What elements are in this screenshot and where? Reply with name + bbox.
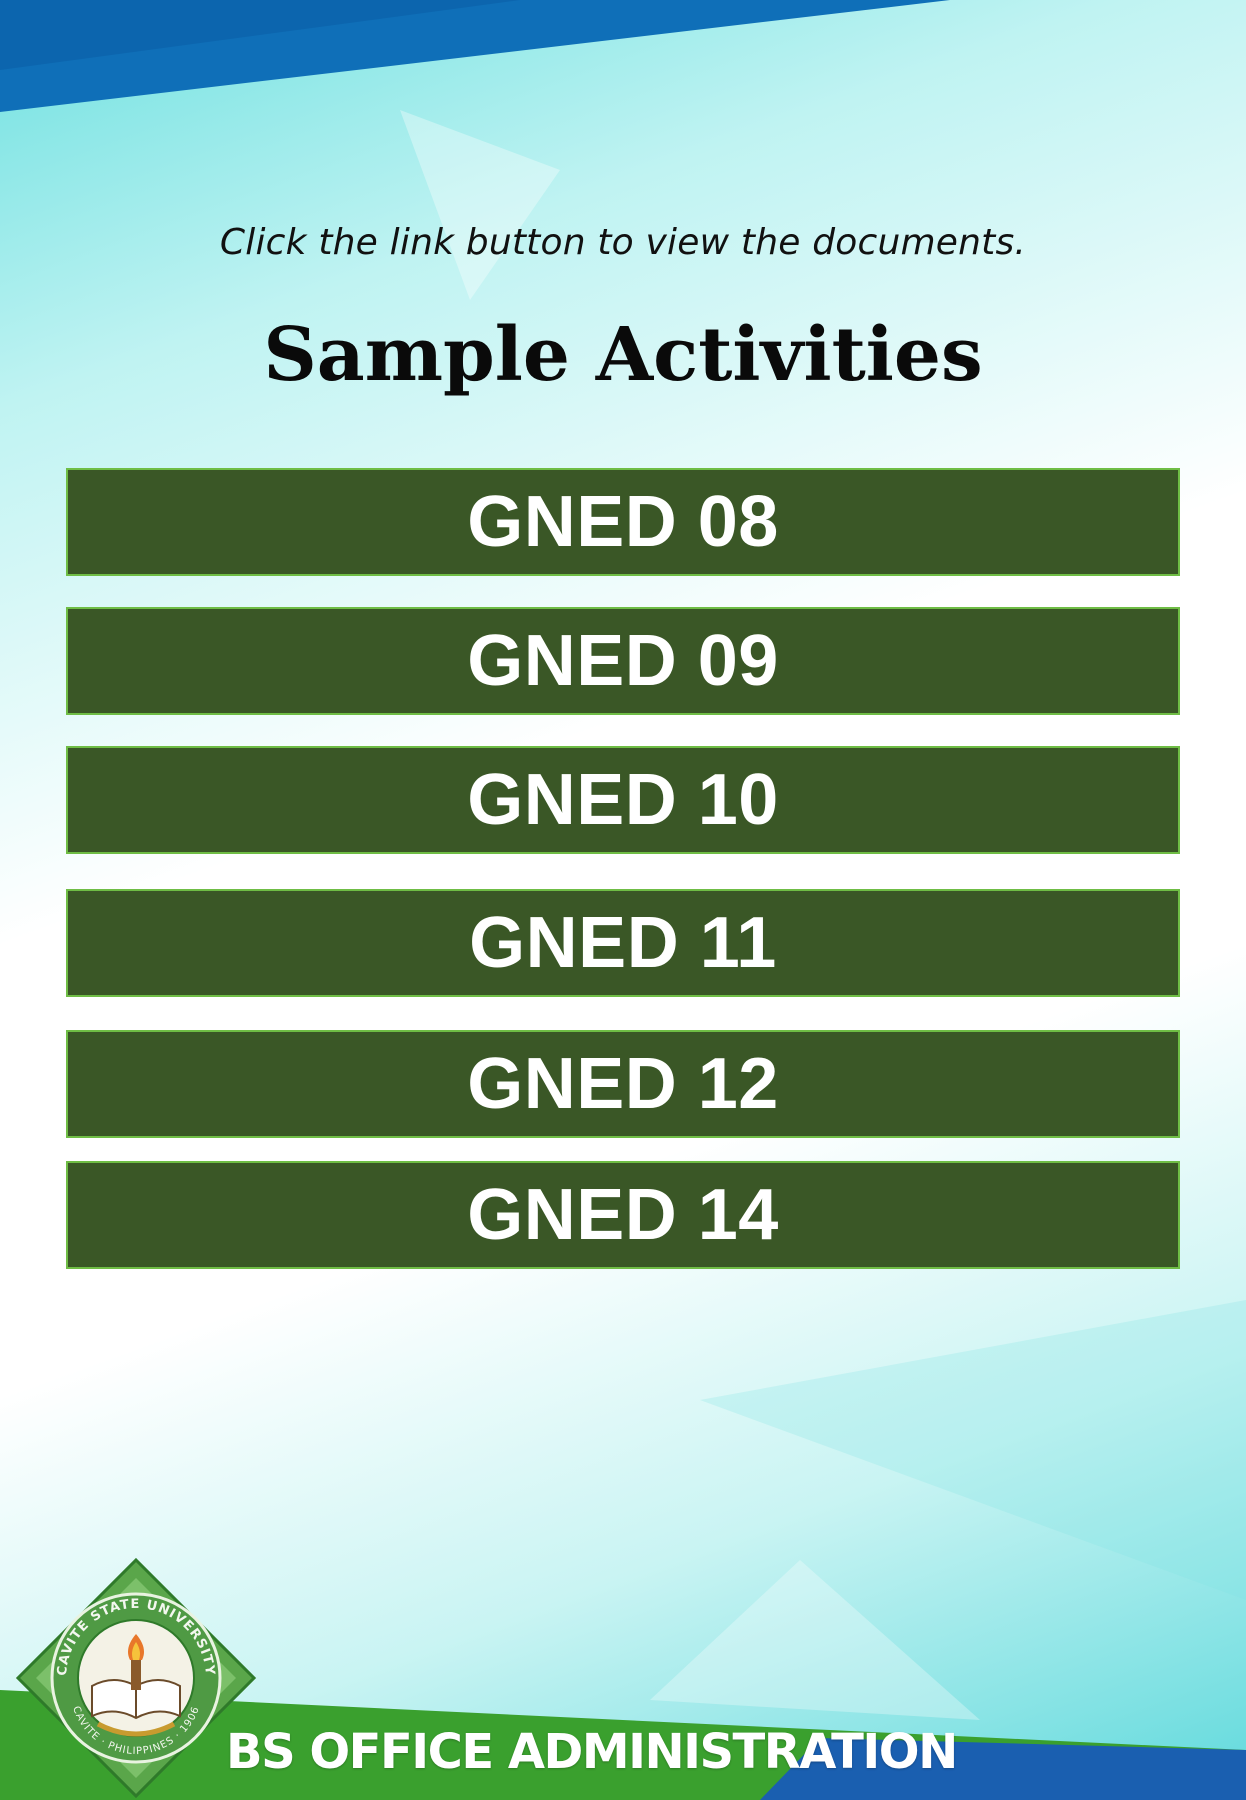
course-link-button-gned-08[interactable]: GNED 08 (66, 468, 1180, 576)
course-link-button-gned-09[interactable]: GNED 09 (66, 607, 1180, 715)
course-link-label: GNED 11 (469, 903, 777, 983)
course-link-label: GNED 12 (467, 1044, 779, 1124)
university-seal-icon: CAVITE STATE UNIVERSITY CAVITE · PHILIPP… (15, 1557, 257, 1799)
course-link-button-gned-10[interactable]: GNED 10 (66, 746, 1180, 854)
course-link-label: GNED 09 (467, 621, 779, 701)
course-link-label: GNED 10 (467, 760, 779, 840)
course-link-button-gned-11[interactable]: GNED 11 (66, 889, 1180, 997)
course-link-label: GNED 14 (467, 1175, 779, 1255)
course-link-button-gned-12[interactable]: GNED 12 (66, 1030, 1180, 1138)
course-link-button-gned-14[interactable]: GNED 14 (66, 1161, 1180, 1269)
course-link-label: GNED 08 (467, 482, 779, 562)
page-title: Sample Activities (263, 312, 983, 398)
instruction-text: Click the link button to view the docume… (219, 222, 1027, 263)
program-name: BS OFFICE ADMINISTRATION (226, 1724, 958, 1780)
